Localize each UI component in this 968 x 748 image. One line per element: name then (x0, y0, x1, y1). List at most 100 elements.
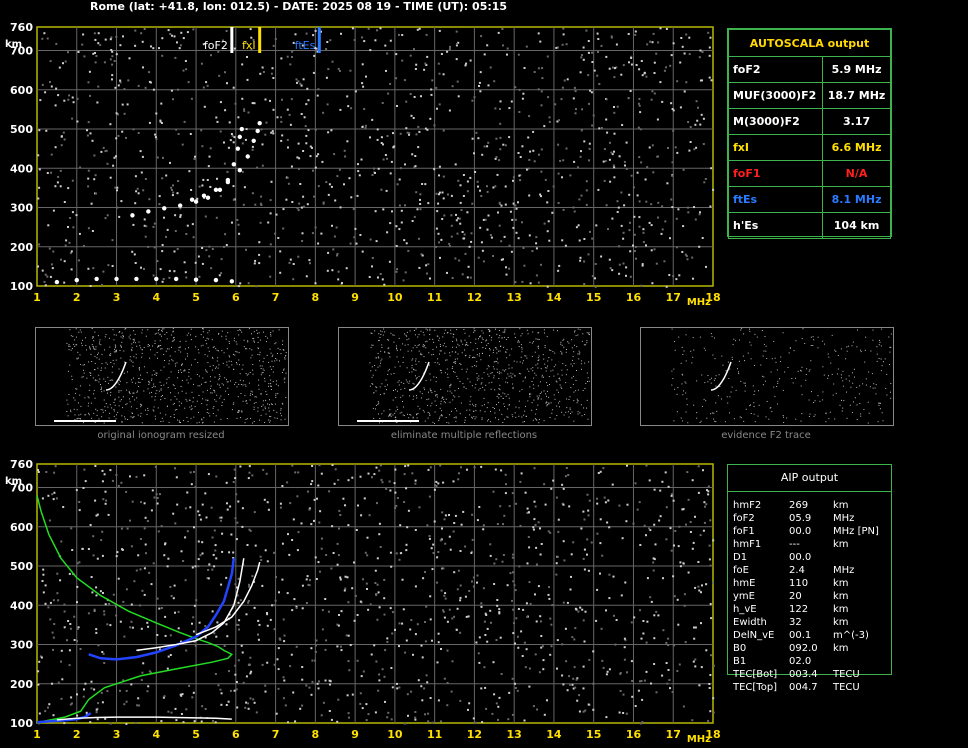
thumb-speck (438, 363, 440, 365)
noise-speck (94, 38, 97, 41)
thumb-speck (561, 353, 563, 355)
noise-speck (160, 525, 163, 528)
thumb-speck (512, 383, 514, 385)
noise-speck (67, 620, 70, 622)
thumb-speck (181, 363, 183, 365)
noise-speck (701, 79, 703, 82)
noise-speck (305, 275, 308, 278)
thumb-speck (538, 332, 540, 334)
noise-speck (456, 607, 459, 610)
noise-speck (41, 83, 44, 86)
noise-speck (208, 255, 211, 258)
noise-speck (211, 536, 214, 539)
thumb-speck (713, 412, 715, 414)
thumb-speck (206, 343, 208, 345)
noise-speck (44, 710, 47, 713)
noise-speck (183, 120, 186, 123)
thumb-speck (80, 405, 82, 407)
noise-speck (223, 162, 226, 165)
noise-speck (377, 591, 380, 594)
noise-speck (357, 170, 360, 173)
thumb-speck (230, 360, 232, 362)
autoscala-label: foF1 (727, 160, 824, 187)
thumb-speck (172, 328, 174, 329)
thumb-speck (458, 388, 459, 389)
noise-speck (588, 147, 591, 150)
noise-speck (276, 116, 279, 119)
noise-speck (501, 560, 504, 563)
noise-speck (472, 717, 475, 720)
thumb-speck (883, 361, 884, 363)
noise-speck (123, 112, 126, 115)
noise-speck (405, 127, 408, 130)
noise-speck (89, 94, 91, 97)
thumb-speck (474, 418, 476, 420)
thumb-speck (240, 329, 242, 331)
thumb-speck (525, 416, 527, 417)
autoscala-row: ftEs 8.1 MHz (727, 186, 891, 213)
noise-speck (652, 569, 655, 572)
thumb-speck (846, 417, 848, 419)
noise-speck (523, 67, 526, 69)
thumb-speck (257, 410, 259, 412)
noise-speck (443, 616, 446, 619)
noise-speck (354, 90, 357, 93)
noise-speck (588, 142, 591, 145)
noise-speck (687, 211, 690, 214)
noise-speck (613, 76, 616, 79)
noise-speck (566, 78, 569, 81)
noise-speck (100, 150, 103, 153)
noise-speck (296, 549, 299, 552)
thumb-speck (889, 351, 891, 353)
thumb-speck (454, 408, 456, 409)
noise-speck (462, 510, 465, 513)
noise-speck (347, 479, 350, 482)
noise-speck (428, 537, 431, 540)
noise-speck (260, 195, 263, 198)
noise-speck (103, 610, 106, 613)
noise-speck (177, 133, 180, 135)
noise-speck (645, 244, 647, 247)
thumb-speck (739, 416, 741, 418)
noise-speck (63, 99, 66, 102)
thumb-speck (406, 339, 408, 341)
thumb-speck (405, 379, 407, 381)
noise-speck (585, 180, 588, 183)
thumb-speck (250, 393, 252, 395)
noise-speck (375, 660, 378, 663)
thumb-speck (241, 368, 243, 370)
thumb-speck (163, 366, 165, 368)
noise-speck (712, 697, 715, 700)
noise-speck (709, 36, 712, 39)
thumb-speck (222, 362, 224, 364)
noise-speck (533, 518, 536, 521)
thumb-speck (503, 346, 505, 348)
noise-speck (473, 152, 475, 155)
thumb-speck (889, 346, 891, 348)
noise-speck (619, 690, 622, 692)
thumb-speck (200, 334, 202, 336)
noise-speck (523, 719, 526, 722)
noise-speck (518, 174, 521, 177)
thumb-speck (378, 357, 380, 359)
thumb-speck (200, 345, 202, 347)
thumb-speck (486, 407, 488, 409)
noise-speck (215, 557, 218, 560)
noise-speck (308, 259, 311, 262)
noise-speck (71, 211, 74, 214)
thumb-speck (515, 416, 517, 418)
thumb-speck (700, 420, 702, 422)
thumb-speck (546, 336, 548, 338)
noise-speck (92, 535, 95, 538)
noise-speck (255, 285, 258, 288)
thumb-speck (437, 358, 439, 360)
thumb-speck (480, 359, 482, 361)
noise-speck (661, 480, 664, 483)
thumb-speck (577, 389, 579, 391)
thumb-speck (127, 419, 129, 420)
thumb-speck (875, 384, 877, 386)
noise-speck (265, 121, 268, 124)
noise-speck (37, 670, 40, 673)
thumb-speck (677, 387, 679, 389)
thumb-speck (749, 328, 750, 330)
